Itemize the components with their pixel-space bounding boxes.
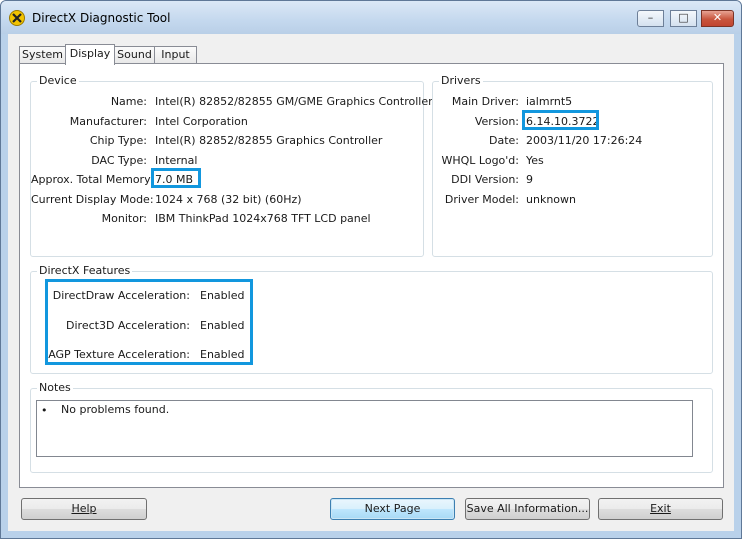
display-mode-label: Current Display Mode: [31, 193, 154, 206]
name-value: Intel(R) 82852/82855 GM/GME Graphics Con… [155, 95, 433, 108]
features-group-title: DirectX Features [37, 264, 133, 277]
device-row-name: Name: Intel(R) 82852/82855 GM/GME Graphi… [31, 95, 433, 109]
notes-textbox[interactable]: • No problems found. [36, 400, 693, 457]
driver-model-label: Driver Model: [444, 193, 519, 206]
device-group: Device Name: Intel(R) 82852/82855 GM/GME… [30, 74, 433, 257]
window-title: DirectX Diagnostic Tool [32, 11, 171, 25]
drivers-row-driver-model: Driver Model: unknown [433, 193, 710, 207]
minimize-button[interactable]: – [637, 10, 664, 27]
directx-features-group: DirectX Features DirectDraw Acceleration… [30, 264, 713, 374]
dialog-client: System Display Sound Input Device Name: … [8, 34, 734, 531]
tab-system[interactable]: System [19, 46, 66, 64]
notes-group-title: Notes [37, 381, 73, 394]
device-row-dac-type: DAC Type: Internal [31, 154, 421, 168]
whql-label: WHQL Logo'd: [441, 154, 519, 167]
minimize-icon: – [647, 11, 654, 24]
manufacturer-label: Manufacturer: [69, 115, 147, 128]
manufacturer-value: Intel Corporation [155, 115, 248, 128]
device-row-manufacturer: Manufacturer: Intel Corporation [31, 115, 421, 129]
dac-type-value: Internal [155, 154, 198, 167]
notes-bullet: • [41, 404, 48, 417]
display-tab-panel: Device Name: Intel(R) 82852/82855 GM/GME… [19, 63, 724, 488]
main-driver-label: Main Driver: [451, 95, 519, 108]
features-highlight-box [45, 279, 253, 365]
title-bar[interactable]: DirectX Diagnostic Tool – □ ✕ [1, 1, 741, 34]
save-all-button-label: Save All Information... [466, 502, 589, 515]
main-driver-value: ialmrnt5 [526, 95, 573, 108]
monitor-label: Monitor: [101, 212, 147, 225]
device-row-chip-type: Chip Type: Intel(R) 82852/82855 Graphics… [31, 134, 421, 148]
tab-display[interactable]: Display [65, 44, 115, 65]
exit-button[interactable]: Exit [598, 498, 723, 520]
device-row-monitor: Monitor: IBM ThinkPad 1024x768 TFT LCD p… [31, 212, 421, 226]
close-button[interactable]: ✕ [701, 10, 734, 27]
monitor-value: IBM ThinkPad 1024x768 TFT LCD panel [155, 212, 371, 225]
help-button-label: Help [71, 502, 97, 515]
driver-model-value: unknown [526, 193, 576, 206]
memory-highlight-box [151, 168, 201, 188]
close-icon: ✕ [712, 11, 723, 24]
save-all-information-button[interactable]: Save All Information... [465, 498, 590, 520]
device-row-total-memory: Approx. Total Memory: 7.0 MB [31, 173, 421, 187]
total-memory-label: Approx. Total Memory: [31, 173, 154, 186]
date-value: 2003/11/20 17:26:24 [526, 134, 643, 147]
drivers-row-ddi-version: DDI Version: 9 [433, 173, 710, 187]
next-page-button[interactable]: Next Page [330, 498, 455, 520]
notes-text: No problems found. [61, 403, 170, 416]
name-label: Name: [110, 95, 147, 108]
dxdiag-window: DirectX Diagnostic Tool – □ ✕ System Dis… [0, 0, 742, 539]
tab-sound[interactable]: Sound [114, 46, 155, 64]
notes-group: Notes • No problems found. [30, 381, 713, 473]
drivers-row-date: Date: 2003/11/20 17:26:24 [433, 134, 710, 148]
version-highlight-box [522, 110, 599, 130]
chip-type-label: Chip Type: [89, 134, 147, 147]
drivers-row-main-driver: Main Driver: ialmrnt5 [433, 95, 710, 109]
directx-icon [9, 10, 25, 26]
ddi-version-label: DDI Version: [451, 173, 519, 186]
whql-value: Yes [526, 154, 544, 167]
drivers-group: Drivers Main Driver: ialmrnt5 Version: 6… [432, 74, 713, 257]
tab-input[interactable]: Input [154, 46, 197, 64]
date-label: Date: [489, 134, 519, 147]
chip-type-value: Intel(R) 82852/82855 Graphics Controller [155, 134, 383, 147]
device-group-title: Device [37, 74, 79, 87]
next-page-button-label: Next Page [364, 502, 421, 515]
maximize-button[interactable]: □ [670, 10, 697, 27]
exit-button-label: Exit [650, 502, 671, 515]
maximize-icon: □ [678, 11, 689, 24]
device-row-display-mode: Current Display Mode: 1024 x 768 (32 bit… [31, 193, 421, 207]
dac-type-label: DAC Type: [91, 154, 147, 167]
help-button[interactable]: Help [21, 498, 147, 520]
drivers-group-title: Drivers [439, 74, 483, 87]
ddi-version-value: 9 [526, 173, 533, 186]
version-label: Version: [474, 115, 519, 128]
drivers-row-whql: WHQL Logo'd: Yes [433, 154, 710, 168]
display-mode-value: 1024 x 768 (32 bit) (60Hz) [155, 193, 302, 206]
